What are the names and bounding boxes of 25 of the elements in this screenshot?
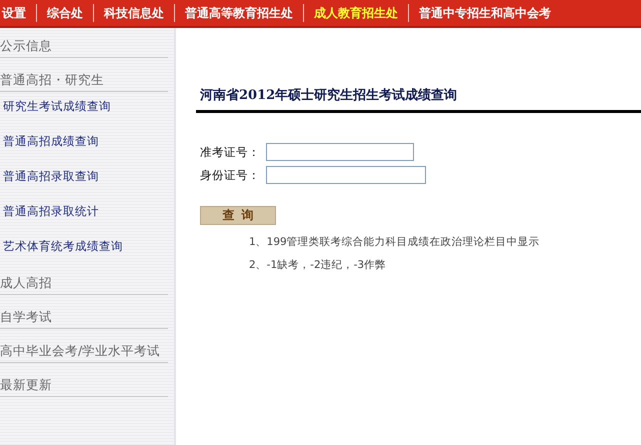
sidebar-header[interactable]: 高中毕业会考/学业水平考试 [0, 339, 168, 363]
field-label: 身份证号： [200, 168, 261, 182]
sidebar-link[interactable]: 普通高招成绩查询 [0, 131, 174, 166]
nav-tab[interactable]: 设置 [0, 4, 36, 22]
input-field[interactable] [266, 166, 426, 184]
sidebar-link[interactable]: 艺术体育统考成绩查询 [0, 236, 174, 271]
nav-tab[interactable]: 综合处 [37, 4, 93, 22]
input-field[interactable] [266, 143, 414, 161]
nav-tab[interactable]: 普通中专招生和高中会考 [409, 4, 561, 22]
field-label: 准考证号： [200, 144, 261, 160]
note-text: 2、-1缺考，-2违纪，-3作弊 [249, 258, 388, 272]
nav-tab[interactable]: 成人教育招生处 [304, 4, 408, 22]
note-text: 1、199管理类联考综合能力科目成绩在政治理论栏目中显示 [249, 235, 541, 249]
sidebar-header[interactable]: 公示信息 [0, 34, 168, 58]
sidebar-link[interactable]: 研究生考试成绩查询 [0, 96, 174, 131]
sidebar-link[interactable]: 普通高招录取统计 [0, 201, 174, 236]
sidebar-header[interactable]: 自学考试 [0, 305, 168, 329]
query-button[interactable]: 查 询 [200, 206, 276, 225]
nav-tab[interactable]: 科技信息处 [94, 4, 174, 22]
nav-tab[interactable]: 普通高等教育招生处 [175, 4, 303, 22]
sidebar-header[interactable]: 最新更新 [0, 373, 168, 397]
sidebar-header[interactable]: 成人高招 [0, 271, 168, 295]
sidebar-header[interactable]: 普通高招・研究生 [0, 68, 168, 92]
sidebar-link[interactable]: 普通高招录取查询 [0, 166, 174, 201]
page-title: 河南省2012年硕士研究生招生考试成绩查询 [200, 86, 458, 104]
